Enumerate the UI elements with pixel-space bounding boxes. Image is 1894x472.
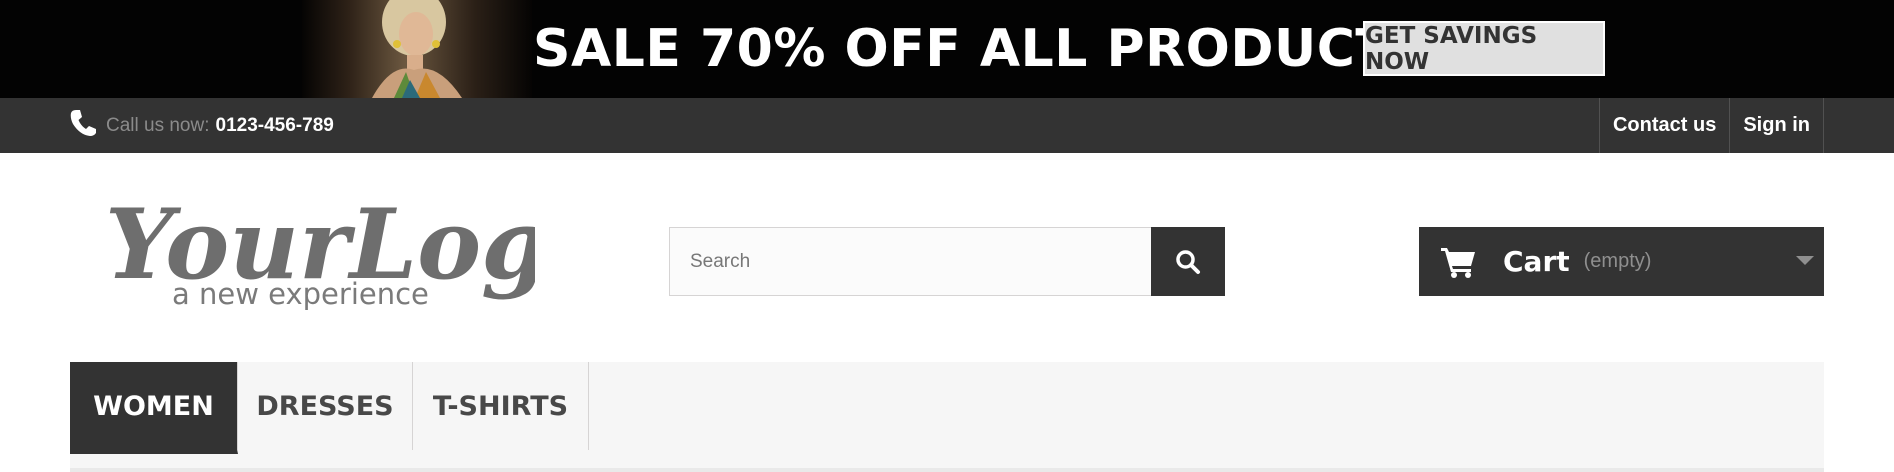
- contact-us-link[interactable]: Contact us: [1598, 98, 1729, 153]
- svg-text:a new experience: a new experience: [172, 277, 429, 311]
- chevron-down-icon: [1796, 256, 1814, 265]
- shopping-cart-icon: [1441, 247, 1475, 278]
- banner-model-photo: [302, 0, 532, 98]
- account-links: Contact us Sign in: [1598, 98, 1824, 153]
- promo-banner[interactable]: SALE 70% OFF ALL PRODUCTS GET SAVINGS NO…: [0, 0, 1894, 98]
- call-us-info: Call us now: 0123-456-789: [70, 98, 334, 153]
- phone-number: 0123-456-789: [215, 114, 334, 136]
- main-menu: WOMEN DRESSES T-SHIRTS: [70, 362, 1824, 472]
- call-us-label: Call us now:: [106, 114, 210, 136]
- banner-headline: SALE 70% OFF ALL PRODUCTS: [533, 19, 1430, 79]
- sign-in-link[interactable]: Sign in: [1729, 98, 1824, 153]
- search-icon: [1176, 249, 1200, 274]
- menu-tab-t-shirts[interactable]: T-SHIRTS: [413, 362, 589, 450]
- cart-label: Cart: [1503, 245, 1570, 278]
- logo-graphic: YourLogo a new experience: [105, 188, 612, 311]
- cart-button[interactable]: Cart (empty): [1419, 227, 1824, 296]
- search-input[interactable]: [669, 227, 1151, 296]
- cart-status: (empty): [1583, 250, 1652, 272]
- search-button[interactable]: [1151, 227, 1225, 296]
- get-savings-button[interactable]: GET SAVINGS NOW: [1363, 21, 1605, 76]
- top-nav-bar: Call us now: 0123-456-789 Contact us Sig…: [0, 98, 1894, 153]
- store-logo[interactable]: YourLogo a new experience: [105, 186, 612, 316]
- phone-icon: [70, 109, 96, 136]
- menu-tab-women[interactable]: WOMEN: [70, 362, 238, 454]
- menu-tab-dresses[interactable]: DRESSES: [238, 362, 413, 450]
- search-form: [669, 227, 1225, 296]
